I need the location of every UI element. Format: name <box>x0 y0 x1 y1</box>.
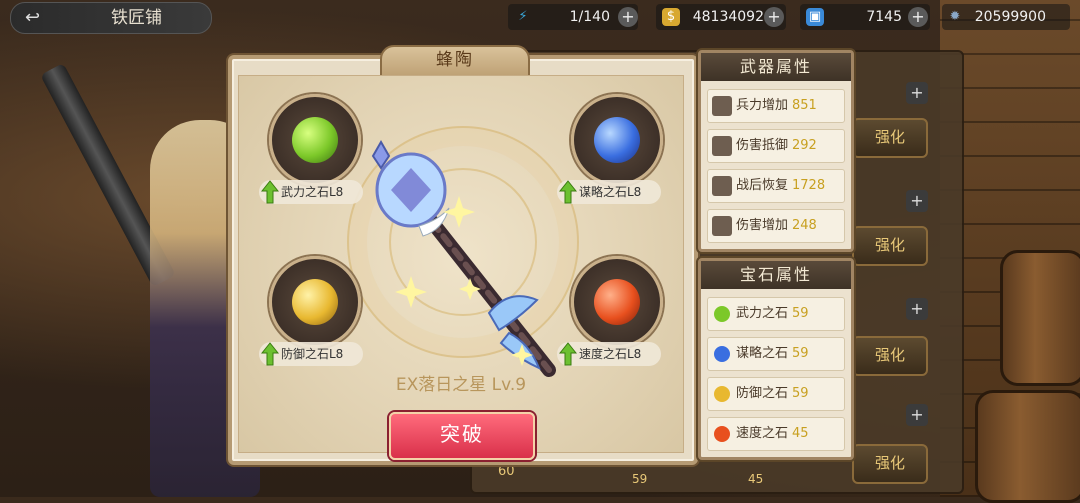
heal-icon <box>712 176 732 196</box>
gem-label-defense: 防御之石L8 <box>259 342 363 366</box>
top-bar: ↩ 铁匠铺 ⚡ 1/140 + $ 48134092 + ▣ 7145 + ✹ … <box>0 0 1080 34</box>
gem-resource: ✹ 20599900 <box>942 4 1070 30</box>
blue-gem-icon <box>714 346 730 362</box>
damage-icon <box>712 216 732 236</box>
gem-label-power: 武力之石L8 <box>259 180 363 204</box>
enhance-button[interactable]: 强化 <box>852 444 928 484</box>
staff-weapon-icon <box>371 139 556 377</box>
add-slot-button[interactable]: + <box>906 298 928 320</box>
gem-attributes-header: 宝石属性 <box>701 261 851 289</box>
ticket-value: 7145 <box>866 9 902 25</box>
gem-label-speed: 速度之石L8 <box>557 342 661 366</box>
barrel <box>1000 250 1080 386</box>
attr-row: 兵力增加 851 <box>707 89 845 123</box>
weapon-name: EX落日之星 Lv.9 <box>395 375 527 395</box>
barrel <box>975 390 1080 503</box>
ticket-resource: ▣ 7145 + <box>800 4 930 30</box>
gem-slot-power[interactable] <box>269 94 361 186</box>
gold-resource: $ 48134092 + <box>656 4 786 30</box>
add-gold-button[interactable]: + <box>764 7 784 27</box>
gem-label-strategy: 谋略之石L8 <box>557 180 661 204</box>
add-energy-button[interactable]: + <box>618 7 638 27</box>
attr-row: 武力之石 59 <box>707 297 845 331</box>
green-gem-icon <box>292 117 338 163</box>
red-gem-icon <box>714 426 730 442</box>
gold-coin-icon: $ <box>662 8 680 26</box>
red-gem-icon <box>594 279 640 325</box>
bottom-level-badge: 60 <box>498 464 515 479</box>
energy-value: 1/140 <box>569 9 610 25</box>
gem-value: 20599900 <box>974 9 1046 25</box>
gem-slot-defense[interactable] <box>269 256 361 348</box>
attr-row: 伤害抵御 292 <box>707 129 845 163</box>
bottom-stat: 45 <box>748 472 764 486</box>
gear-gem-icon: ✹ <box>949 9 961 24</box>
back-button[interactable]: ↩ 铁匠铺 <box>10 2 212 34</box>
attr-row: 速度之石 45 <box>707 417 845 451</box>
weapon-attributes-panel: 武器属性 兵力增加 851 伤害抵御 292 战后恢复 1728 伤害增加 248 <box>698 50 854 252</box>
add-slot-button[interactable]: + <box>906 82 928 104</box>
yellow-gem-icon <box>292 279 338 325</box>
gold-value: 48134092 <box>692 9 764 25</box>
enhance-button[interactable]: 强化 <box>852 336 928 376</box>
panel-body: 武力之石L8 谋略之石L8 防御之石L8 速度之石L8 EX落日之星 Lv.9 … <box>238 75 684 460</box>
gem-slot-strategy[interactable] <box>571 94 663 186</box>
add-ticket-button[interactable]: + <box>908 7 928 27</box>
upgrade-arrow-icon <box>261 342 279 366</box>
attr-row: 防御之石 59 <box>707 377 845 411</box>
gem-slot-speed[interactable] <box>571 256 663 348</box>
breakthrough-button[interactable]: 突破 <box>389 412 535 460</box>
energy-resource: ⚡ 1/140 + <box>508 4 638 30</box>
add-slot-button[interactable]: + <box>906 190 928 212</box>
upgrade-arrow-icon <box>261 180 279 204</box>
attr-row: 战后恢复 1728 <box>707 169 845 203</box>
yellow-gem-icon <box>714 386 730 402</box>
bottom-stat: 59 <box>632 472 648 486</box>
weapon-attributes-header: 武器属性 <box>701 53 851 81</box>
attr-row: 谋略之石 59 <box>707 337 845 371</box>
sword-icon <box>712 96 732 116</box>
page-title: 铁匠铺 <box>111 8 162 28</box>
lightning-icon: ⚡ <box>518 9 528 24</box>
blue-gem-icon <box>594 117 640 163</box>
panel-title: 蜂陶 <box>436 50 474 70</box>
attr-row: 伤害增加 248 <box>707 209 845 243</box>
green-gem-icon <box>714 306 730 322</box>
add-slot-button[interactable]: + <box>906 404 928 426</box>
shield-icon <box>712 136 732 156</box>
enhance-button[interactable]: 强化 <box>852 226 928 266</box>
gem-attributes-panel: 宝石属性 武力之石 59 谋略之石 59 防御之石 59 速度之石 45 <box>698 258 854 460</box>
weapon-panel: 蜂陶 武力之石L8 谋略之石L8 防御之石L8 速度之石L8 EX落日之星 Lv… <box>228 45 698 465</box>
ticket-icon: ▣ <box>806 8 824 26</box>
back-arrow-icon: ↩ <box>25 7 41 28</box>
enhance-button[interactable]: 强化 <box>852 118 928 158</box>
panel-tab: 蜂陶 <box>380 45 530 77</box>
